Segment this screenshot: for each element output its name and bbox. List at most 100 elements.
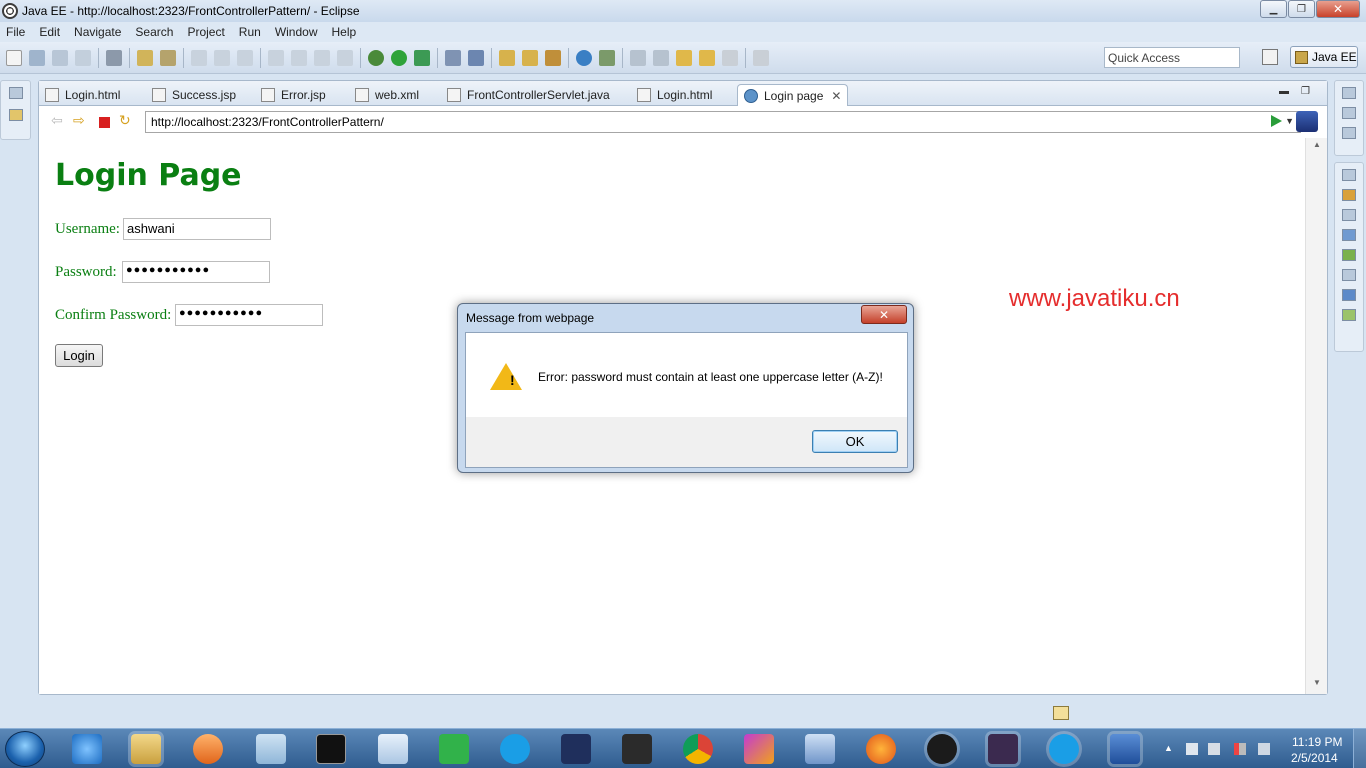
menu-run[interactable]: Run (239, 25, 261, 39)
word-icon[interactable] (1110, 734, 1140, 764)
search-tool-icon[interactable] (545, 49, 561, 66)
login-button[interactable]: Login (55, 344, 103, 367)
task-list-icon[interactable] (1342, 127, 1356, 139)
refresh-icon[interactable]: ↻ (119, 112, 133, 128)
maximize-button[interactable]: ❐ (1288, 0, 1315, 18)
pin-editor-icon[interactable] (753, 49, 769, 66)
tab-login-html[interactable]: Login.html (45, 84, 120, 106)
skip-breakpoints-icon[interactable] (106, 49, 122, 66)
action-center-icon[interactable] (1186, 743, 1198, 755)
suspend-icon[interactable] (291, 49, 307, 66)
menu-file[interactable]: File (6, 25, 25, 39)
forward-icon[interactable] (722, 49, 738, 66)
save-all-icon[interactable] (52, 49, 68, 66)
password-input[interactable]: ●●●●●●●●●●● (122, 261, 270, 283)
last-edit-icon[interactable] (676, 49, 692, 66)
go-icon[interactable] (1271, 115, 1282, 127)
vertical-scrollbar[interactable]: ▲ ▼ (1305, 138, 1327, 694)
virtualbox-icon[interactable] (805, 734, 835, 764)
quick-access-input[interactable]: Quick Access (1104, 47, 1240, 68)
java-ee-perspective-button[interactable]: Java EE (1290, 46, 1358, 68)
back-icon[interactable]: ⇦ (51, 112, 65, 128)
step-over-icon[interactable] (237, 49, 253, 66)
scroll-down-icon[interactable]: ▼ (1313, 678, 1321, 687)
tab-web-xml[interactable]: web.xml (355, 84, 419, 106)
open-perspective-icon[interactable] (1262, 49, 1278, 65)
server-icon[interactable] (137, 49, 153, 66)
pdf-app-icon[interactable] (927, 734, 957, 764)
close-tab-icon[interactable]: ✕ (831, 89, 841, 103)
outline-icon[interactable] (1342, 107, 1356, 119)
snippets-icon[interactable] (1342, 269, 1356, 281)
media-player-icon[interactable] (193, 734, 223, 764)
resume-icon[interactable] (268, 49, 284, 66)
debug-icon[interactable] (368, 49, 384, 66)
progress-icon[interactable] (1342, 309, 1356, 321)
menu-navigate[interactable]: Navigate (74, 25, 121, 39)
ok-button[interactable]: OK (812, 430, 898, 453)
restore-icon[interactable] (1342, 169, 1356, 181)
minimize-button[interactable]: ▁ (1260, 0, 1287, 18)
start-button[interactable] (5, 731, 45, 767)
data-source-icon[interactable] (1342, 249, 1356, 261)
project-explorer-icon[interactable] (8, 109, 23, 121)
qq-icon[interactable] (439, 734, 469, 764)
ms-to-icon[interactable] (622, 734, 652, 764)
chrome-icon[interactable] (683, 734, 713, 764)
tab-login-page[interactable]: Login page ✕ (737, 84, 849, 106)
new-java-project-icon[interactable] (445, 49, 461, 66)
tab-success-jsp[interactable]: Success.jsp (152, 84, 236, 106)
globe-icon[interactable] (576, 49, 592, 66)
tab-front-controller-servlet[interactable]: FrontControllerServlet.java (447, 84, 610, 106)
firefox-icon[interactable] (866, 734, 896, 764)
maximize-editor-icon[interactable]: ❐ (1301, 86, 1310, 97)
show-desktop-button[interactable] (1353, 729, 1366, 768)
step-icon[interactable] (191, 49, 207, 66)
cald3-icon[interactable] (561, 734, 591, 764)
clock-date[interactable]: 2/5/2014 (1291, 751, 1338, 765)
confirm-password-input[interactable]: ●●●●●●●●●●● (175, 304, 323, 326)
properties-icon[interactable] (1342, 209, 1356, 221)
menu-project[interactable]: Project (187, 25, 224, 39)
power-icon[interactable] (1208, 743, 1220, 755)
annotation-icon[interactable] (599, 49, 615, 66)
notes-icon[interactable] (256, 734, 286, 764)
url-dropdown-icon[interactable]: ▼ (1285, 116, 1294, 126)
minimize-editor-icon[interactable]: ▬ (1279, 86, 1289, 97)
java-ee-ide-icon[interactable] (988, 734, 1018, 764)
restore-icon[interactable] (1342, 87, 1356, 99)
prev-annotation-icon[interactable] (653, 49, 669, 66)
menu-window[interactable]: Window (275, 25, 318, 39)
save-icon[interactable] (29, 49, 45, 66)
menu-edit[interactable]: Edit (39, 25, 60, 39)
back-icon[interactable] (699, 49, 715, 66)
menu-help[interactable]: Help (332, 25, 357, 39)
volume-icon[interactable] (1258, 743, 1270, 755)
network-icon[interactable] (1234, 743, 1246, 755)
new-class-icon[interactable] (468, 49, 484, 66)
scroll-up-icon[interactable]: ▲ (1313, 140, 1321, 149)
open-type-icon[interactable] (499, 49, 515, 66)
close-window-button[interactable]: ✕ (1316, 0, 1360, 18)
dialog-close-button[interactable]: ✕ (861, 305, 907, 324)
servers-icon[interactable] (1342, 229, 1356, 241)
tab-login-html-2[interactable]: Login.html (637, 84, 712, 106)
console-icon[interactable] (1342, 289, 1356, 301)
redo-icon[interactable] (214, 49, 230, 66)
external-tools-icon[interactable] (414, 49, 430, 66)
terminate-icon[interactable] (314, 49, 330, 66)
forward-icon[interactable]: ⇨ (73, 112, 87, 128)
restore-icon[interactable] (8, 87, 23, 99)
stop-icon[interactable] (99, 117, 110, 128)
username-input[interactable]: ashwani (123, 218, 271, 240)
skype-active-icon[interactable] (1049, 734, 1079, 764)
print-icon[interactable] (75, 49, 91, 66)
pen-tool-icon[interactable] (744, 734, 774, 764)
command-prompt-icon[interactable] (316, 734, 346, 764)
skype-icon[interactable] (500, 734, 530, 764)
markers-icon[interactable] (1342, 189, 1356, 201)
menu-search[interactable]: Search (135, 25, 173, 39)
windows-explorer-icon[interactable] (131, 734, 161, 764)
url-input[interactable]: http://localhost:2323/FrontControllerPat… (145, 111, 1301, 133)
run-icon[interactable] (391, 49, 407, 66)
